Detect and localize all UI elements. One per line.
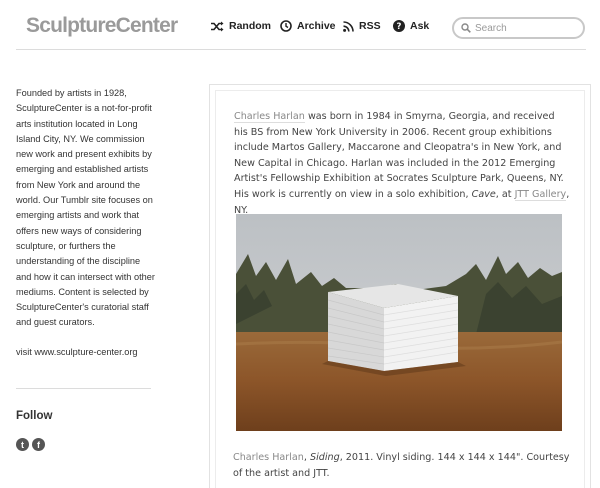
nav-random-link[interactable]: Random: [211, 20, 271, 32]
nav-random-label: Random: [229, 20, 271, 32]
nav-rss-link[interactable]: RSS: [343, 20, 381, 32]
follow-heading: Follow: [16, 410, 53, 422]
work-title: Cave: [471, 188, 496, 200]
nav-archive-link[interactable]: Archive: [280, 20, 336, 32]
sidebar: Founded by artists in 1928, SculptureCen…: [16, 86, 156, 357]
nav-ask-link[interactable]: ? Ask: [393, 20, 429, 32]
svg-text:?: ?: [397, 22, 402, 32]
visit-link[interactable]: visit www.sculpture-center.org: [16, 347, 156, 357]
nav-ask-label: Ask: [410, 20, 430, 32]
caption-work-title: Siding: [310, 452, 340, 463]
about-text: Founded by artists in 1928, SculptureCen…: [16, 88, 155, 328]
question-icon: ?: [393, 20, 405, 32]
sidebar-divider: [16, 388, 151, 389]
post-body: Charles Harlan was born in 1984 in Smyrn…: [234, 109, 570, 218]
caption-artist-link[interactable]: Charles Harlan: [233, 452, 304, 463]
clock-icon: [280, 20, 292, 32]
twitter-icon[interactable]: t: [16, 438, 29, 451]
rss-icon: [343, 20, 354, 32]
nav-rss-label: RSS: [359, 20, 381, 32]
site-header: SculptureCenter Random Archive RSS ? Ask: [0, 0, 600, 50]
search-icon: [461, 23, 471, 33]
search-box[interactable]: [452, 17, 585, 39]
site-logo[interactable]: SculptureCenter: [26, 14, 178, 38]
post-body-part: was born in 1984 in Smyrna, Georgia, and…: [234, 111, 564, 200]
gallery-link[interactable]: JTT Gallery: [514, 188, 567, 201]
visit-link-text[interactable]: visit www.sculpture-center.org: [16, 347, 138, 357]
search-input[interactable]: [475, 22, 575, 34]
image-caption: Charles Harlan, Siding, 2011. Vinyl sidi…: [233, 450, 573, 481]
nav-archive-label: Archive: [297, 20, 336, 32]
header-divider: [16, 49, 586, 50]
sculpture-photo[interactable]: [236, 214, 562, 431]
shuffle-icon: [211, 21, 224, 31]
artist-link[interactable]: Charles Harlan: [234, 111, 305, 123]
facebook-icon[interactable]: f: [32, 438, 45, 451]
post-body-part: , at: [495, 188, 515, 200]
social-links: t f: [16, 438, 45, 451]
